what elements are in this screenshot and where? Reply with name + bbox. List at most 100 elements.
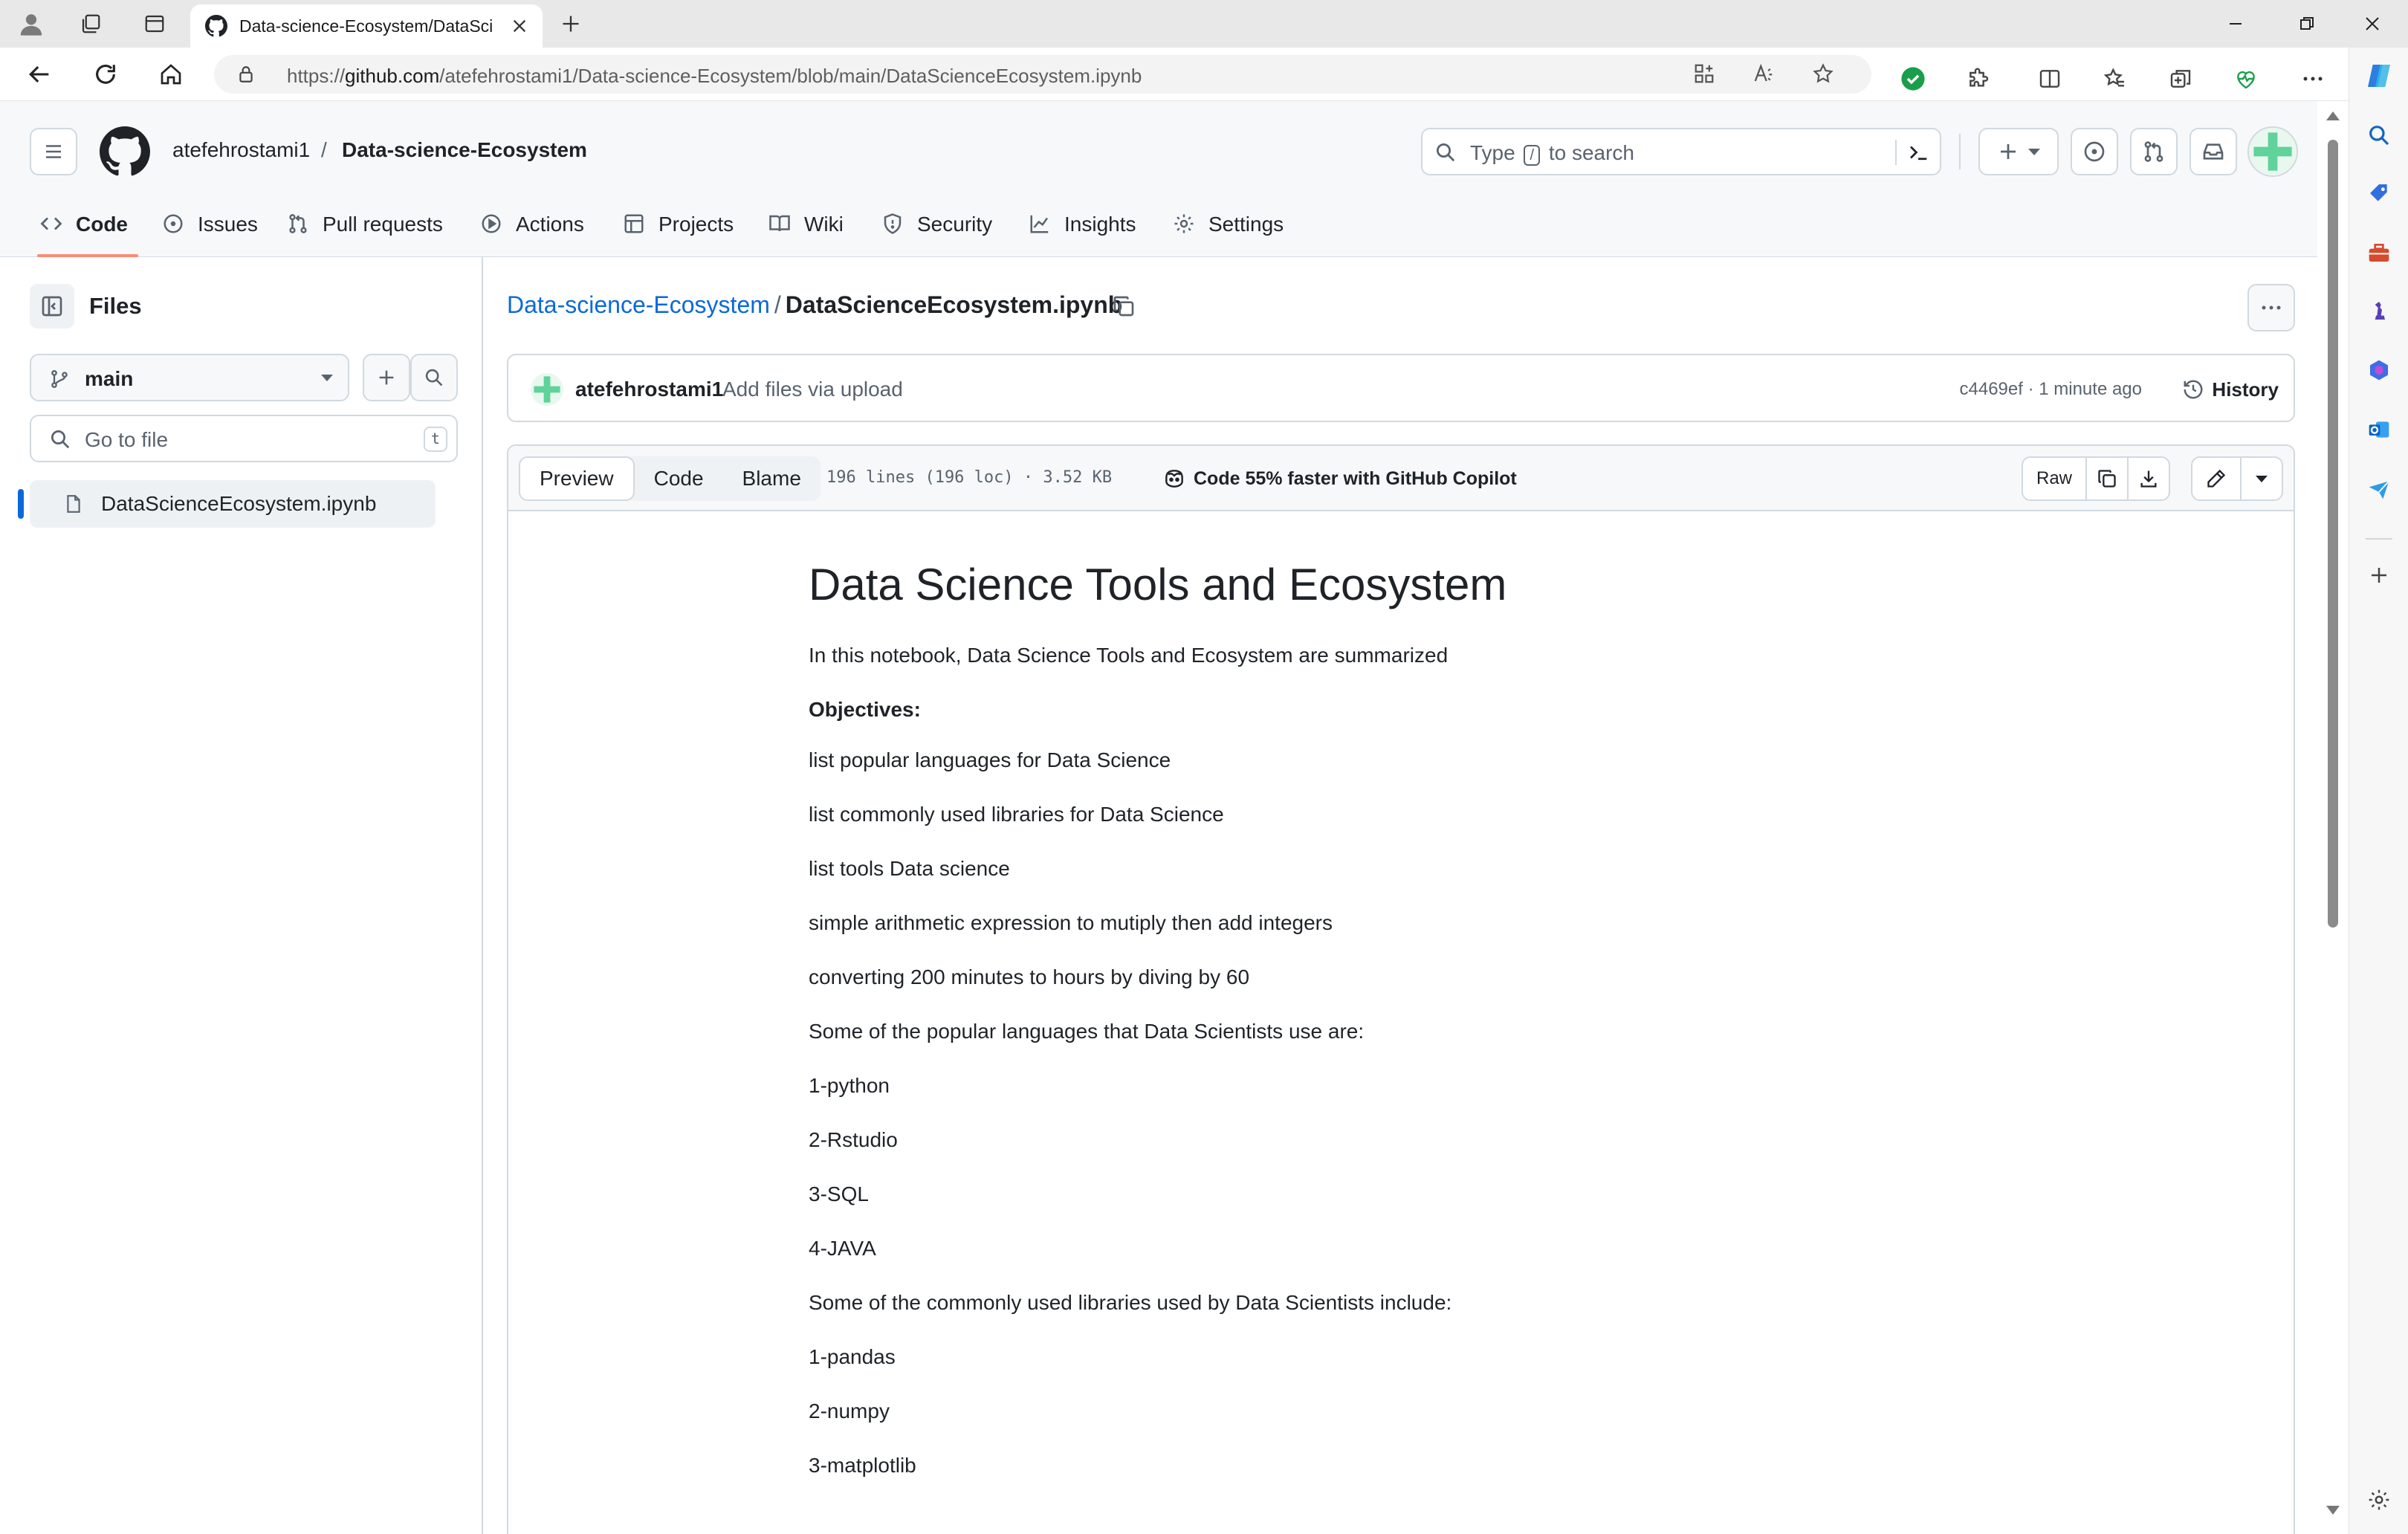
search-icon[interactable] (2364, 120, 2394, 150)
github-page: atefehrostami1 / Data-science-Ecosystem … (0, 101, 2317, 1534)
tab-security[interactable]: Security (881, 198, 992, 257)
tab-wiki-label: Wiki (804, 213, 844, 236)
edit-pencil-icon[interactable] (2192, 458, 2240, 499)
tab-security-label: Security (917, 213, 993, 236)
edit-options-chevron-icon[interactable] (2240, 458, 2282, 499)
play-icon (480, 213, 502, 235)
commit-meta[interactable]: c4469ef · 1 minute ago (1960, 379, 2143, 400)
breadcrumb-owner[interactable]: atefehrostami1 (172, 138, 310, 162)
library-item: 1-pandas (809, 1345, 896, 1368)
language-item: 2-Rstudio (809, 1128, 898, 1151)
reload-icon[interactable] (88, 56, 123, 92)
tab-code[interactable]: Code (37, 198, 138, 257)
search-files-button[interactable] (410, 354, 458, 401)
objective-item: simple arithmetic expression to mutiply … (809, 911, 1333, 934)
copy-path-icon[interactable] (1112, 294, 1136, 318)
lock-icon[interactable] (236, 64, 256, 85)
new-tab-icon[interactable] (553, 6, 589, 42)
breadcrumb-repo[interactable]: Data-science-Ecosystem (342, 138, 587, 162)
tab-wiki[interactable]: Wiki (768, 198, 844, 257)
search-placeholder: Type / to search (1470, 141, 1634, 166)
tab-preview[interactable]: Preview (519, 456, 635, 501)
tab-actions[interactable]: Actions (480, 198, 584, 257)
tab-blame[interactable]: Blame (723, 456, 821, 501)
copilot-promo-link[interactable]: Code 55% faster with GitHub Copilot (1162, 467, 1517, 491)
tab-actions-icon[interactable] (137, 6, 172, 42)
favorite-star-icon[interactable] (1812, 62, 1834, 85)
go-to-file-input[interactable]: Go to file t (30, 415, 458, 462)
app-available-icon[interactable] (1693, 62, 1715, 85)
workspaces-icon[interactable] (73, 6, 109, 42)
extensions-puzzle-icon[interactable] (1964, 64, 1993, 94)
minimize-window-icon[interactable] (2200, 4, 2271, 43)
commit-author[interactable]: atefehrostami1 (575, 378, 723, 401)
branch-selector[interactable]: main (30, 354, 349, 401)
tab-insights[interactable]: Insights (1029, 198, 1136, 257)
more-settings-icon[interactable] (2298, 64, 2328, 94)
extension-check-icon[interactable] (1898, 64, 1928, 94)
file-breadcrumb: Data-science-Ecosystem / DataScienceEcosys… (507, 291, 1122, 319)
tab-code-view[interactable]: Code (635, 456, 723, 501)
add-sidebar-app-icon[interactable] (2364, 560, 2394, 590)
collections-icon[interactable] (2166, 64, 2195, 94)
issues-icon[interactable] (2071, 128, 2118, 175)
avatar[interactable] (2247, 126, 2298, 177)
create-new-button[interactable] (1978, 128, 2059, 175)
file-view: Data-science-Ecosystem / DataScienceEcosys… (483, 257, 2317, 1534)
download-icon[interactable] (2127, 458, 2169, 499)
pull-requests-icon[interactable] (2130, 128, 2178, 175)
favorites-icon[interactable] (2100, 64, 2130, 94)
browser-tab-active[interactable]: Data-science-Ecosystem/DataSci (190, 4, 543, 48)
sidebar-collapse-icon[interactable] (30, 284, 74, 329)
tab-pull-requests[interactable]: Pull requests (287, 198, 443, 257)
github-logo-icon[interactable] (100, 126, 150, 177)
command-palette-icon[interactable] (1895, 140, 1929, 165)
back-icon[interactable] (22, 56, 58, 92)
page-scrollbar[interactable] (2317, 101, 2349, 1534)
copilot-icon[interactable] (2364, 61, 2394, 91)
restore-window-icon[interactable] (2271, 4, 2343, 43)
go-to-file-placeholder: Go to file (85, 428, 169, 451)
home-icon[interactable] (153, 56, 189, 92)
tab-settings[interactable]: Settings (1173, 198, 1284, 257)
read-aloud-icon[interactable] (1752, 62, 1775, 85)
tab-projects[interactable]: Projects (623, 198, 734, 257)
history-label: History (2212, 378, 2279, 401)
add-file-button[interactable] (363, 354, 410, 401)
sidebar-settings-icon[interactable] (2364, 1485, 2394, 1515)
breadcrumb-repo-link[interactable]: Data-science-Ecosystem (507, 291, 770, 318)
search-input[interactable]: Type / to search (1421, 128, 1941, 175)
more-options-button[interactable] (2247, 284, 2295, 331)
microsoft365-icon[interactable] (2364, 355, 2394, 385)
copy-raw-icon[interactable] (2085, 458, 2127, 499)
commit-author-avatar[interactable] (531, 373, 563, 406)
language-item: 1-python (809, 1074, 890, 1097)
tab-issues[interactable]: Issues (162, 198, 258, 257)
breadcrumb-separator: / (774, 291, 781, 318)
browser-essentials-icon[interactable] (2231, 64, 2261, 94)
hamburger-menu-icon[interactable] (30, 128, 77, 175)
edge-sidebar (2349, 48, 2408, 1534)
file-tree-item[interactable]: DataScienceEcosystem.ipynb (18, 480, 436, 528)
inbox-icon[interactable] (2189, 128, 2237, 175)
tools-briefcase-icon[interactable] (2364, 238, 2394, 268)
pull-request-icon (287, 213, 309, 235)
games-chess-icon[interactable] (2364, 296, 2394, 326)
history-button[interactable]: History (2182, 372, 2279, 407)
scrollbar-thumb[interactable] (2328, 140, 2338, 928)
close-tab-icon[interactable] (511, 18, 528, 34)
commit-message[interactable]: Add files via upload (722, 378, 903, 401)
split-screen-icon[interactable] (2035, 64, 2065, 94)
close-window-icon[interactable] (2337, 4, 2408, 43)
raw-button[interactable]: Raw (2023, 458, 2085, 499)
drop-send-icon[interactable] (2364, 474, 2394, 504)
shopping-tag-icon[interactable] (2364, 178, 2394, 208)
outlook-icon[interactable] (2364, 415, 2394, 444)
tab-pull-requests-label: Pull requests (323, 213, 443, 236)
scroll-up-arrow-icon[interactable] (2326, 111, 2340, 120)
address-bar[interactable]: https://github.com/atefehrostami1/Data-s… (214, 55, 1871, 94)
profile-icon[interactable] (13, 6, 49, 42)
notebook-preview: Data Science Tools and Ecosystem In this… (809, 557, 2072, 1505)
scroll-down-arrow-icon[interactable] (2326, 1506, 2340, 1515)
table-icon (623, 213, 645, 235)
